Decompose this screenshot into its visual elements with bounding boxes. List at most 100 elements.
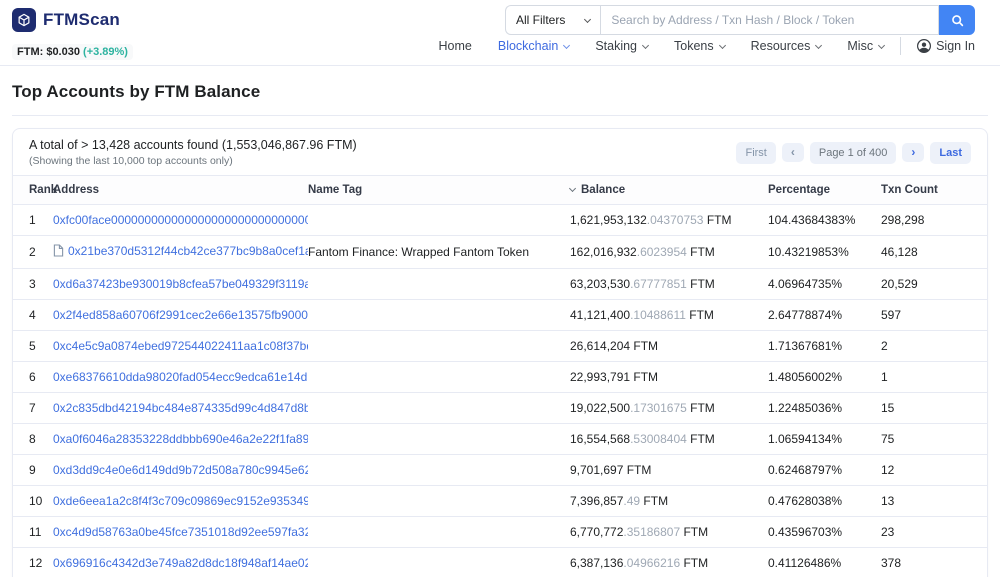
rank-cell: 12 <box>13 548 53 577</box>
percentage-cell: 0.41126486% <box>768 548 881 577</box>
address-link[interactable]: 0xe68376610dda98020fad054ecc9edca61e14d1… <box>53 370 308 384</box>
rank-cell: 8 <box>13 424 53 455</box>
search-bar: All Filters <box>505 5 975 35</box>
balance-cell: 19,022,500.17301675 FTM <box>570 393 768 424</box>
chevron-right-icon: › <box>911 148 915 157</box>
percentage-cell: 0.47628038% <box>768 486 881 517</box>
address-link[interactable]: 0xd6a37423be930019b8cfea57be049329f3119a… <box>53 277 308 291</box>
ftmscan-logo[interactable]: FTMScan <box>12 8 120 32</box>
address-link[interactable]: 0x696916c4342d3e749a82d8dc18f948af14ae02… <box>53 556 308 570</box>
address-link[interactable]: 0xd3dd9c4e0e6d149dd9b72d508a780c9945e629… <box>53 463 308 477</box>
rank-cell: 2 <box>13 236 53 269</box>
txn-count-cell: 298,298 <box>881 205 987 236</box>
rank-cell: 9 <box>13 455 53 486</box>
table-row: 70x2c835dbd42194bc484e874335d99c4d847d8b… <box>13 393 987 424</box>
percentage-cell: 104.43684383% <box>768 205 881 236</box>
address-link[interactable]: 0xc4e5c9a0874ebed972544022411aa1c08f37bd… <box>53 339 308 353</box>
table-row: 10xfc00face00000000000000000000000000000… <box>13 205 987 236</box>
nav-item-tokens[interactable]: Tokens <box>674 39 725 53</box>
address-cell: 0xa0f6046a28353228ddbbb690e46a2e22f1fa89… <box>53 424 308 455</box>
percentage-cell: 1.22485036% <box>768 393 881 424</box>
chevron-down-icon <box>815 41 822 48</box>
site-header: FTMScan All Filters FTM: $0.030 (+3.89%)… <box>0 0 1000 66</box>
rank-cell: 11 <box>13 517 53 548</box>
txn-count-cell: 2 <box>881 331 987 362</box>
percentage-cell: 0.62468797% <box>768 455 881 486</box>
name-tag-cell <box>308 393 570 424</box>
sign-in-button[interactable]: Sign In <box>917 39 975 53</box>
txn-count-cell: 20,529 <box>881 269 987 300</box>
chevron-left-icon: ‹ <box>791 148 795 157</box>
address-cell: 0xe68376610dda98020fad054ecc9edca61e14d1… <box>53 362 308 393</box>
page-title: Top Accounts by FTM Balance <box>12 82 988 102</box>
name-tag-cell <box>308 424 570 455</box>
address-cell: 0x2c835dbd42194bc484e874335d99c4d847d8bf… <box>53 393 308 424</box>
address-link[interactable]: 0x2c835dbd42194bc484e874335d99c4d847d8bf… <box>53 401 308 415</box>
pagination: First ‹ Page 1 of 400 › Last <box>736 142 971 164</box>
address-link[interactable]: 0xc4d9d58763a0be45fce7351018d92ee597fa32… <box>53 525 308 539</box>
percentage-cell: 4.06964735% <box>768 269 881 300</box>
txn-count-cell: 13 <box>881 486 987 517</box>
table-row: 40x2f4ed858a60706f2991cec2e66e13575fb900… <box>13 300 987 331</box>
percentage-cell: 0.43596703% <box>768 517 881 548</box>
address-link[interactable]: 0x21be370d5312f44cb42ce377bc9b8a0cef1a4c… <box>68 244 308 258</box>
main-content: Top Accounts by FTM Balance A total of >… <box>0 66 1000 577</box>
address-cell: 0x2f4ed858a60706f2991cec2e66e13575fb9000… <box>53 300 308 331</box>
sort-descending-icon <box>569 185 576 192</box>
name-tag-cell <box>308 455 570 486</box>
txn-count-cell: 597 <box>881 300 987 331</box>
address-cell: 0xfc00face000000000000000000000000000000… <box>53 205 308 236</box>
name-tag-cell <box>308 548 570 577</box>
address-link[interactable]: 0x2f4ed858a60706f2991cec2e66e13575fb9000… <box>53 308 308 322</box>
search-button[interactable] <box>939 5 975 35</box>
table-row: 120x696916c4342d3e749a82d8dc18f948af14ae… <box>13 548 987 577</box>
address-link[interactable]: 0xde6eea1a2c8f4f3c709c09869ec9152e935349… <box>53 494 308 508</box>
balance-cell: 63,203,530.67777851 FTM <box>570 269 768 300</box>
name-tag-cell <box>308 269 570 300</box>
prev-page-button[interactable]: ‹ <box>782 143 804 162</box>
accounts-card: A total of > 13,428 accounts found (1,55… <box>12 128 988 577</box>
nav-item-resources[interactable]: Resources <box>751 39 822 53</box>
page-indicator: Page 1 of 400 <box>810 142 897 164</box>
name-tag-cell <box>308 300 570 331</box>
last-page-button[interactable]: Last <box>930 142 971 164</box>
chevron-down-icon <box>584 15 591 22</box>
nav-item-misc[interactable]: Misc <box>847 39 884 53</box>
search-filter-dropdown[interactable]: All Filters <box>505 5 600 35</box>
txn-count-cell: 46,128 <box>881 236 987 269</box>
name-tag-cell <box>308 362 570 393</box>
contract-icon <box>53 244 64 260</box>
ftm-price-change: (+3.89%) <box>83 46 128 58</box>
percentage-cell: 10.43219853% <box>768 236 881 269</box>
balance-cell: 6,770,772.35186807 FTM <box>570 517 768 548</box>
rank-cell: 7 <box>13 393 53 424</box>
txn-count-cell: 23 <box>881 517 987 548</box>
sign-in-label: Sign In <box>936 39 975 53</box>
next-page-button[interactable]: › <box>902 143 924 162</box>
address-cell: 0x21be370d5312f44cb42ce377bc9b8a0cef1a4c… <box>53 236 308 269</box>
address-link[interactable]: 0xfc00face000000000000000000000000000000… <box>53 213 308 227</box>
percentage-cell: 1.48056002% <box>768 362 881 393</box>
accounts-table: Rank Address Name Tag Balance Percentage… <box>13 175 987 577</box>
nav-item-home[interactable]: Home <box>439 39 472 53</box>
search-filter-label: All Filters <box>516 13 565 27</box>
percentage-cell: 2.64778874% <box>768 300 881 331</box>
nav-item-staking[interactable]: Staking <box>595 39 648 53</box>
ftm-price[interactable]: FTM: $0.030 (+3.89%) <box>12 44 133 60</box>
balance-cell: 1,621,953,132.04370753 FTM <box>570 205 768 236</box>
accounts-summary: A total of > 13,428 accounts found (1,55… <box>29 138 357 152</box>
txn-count-header: Txn Count <box>881 176 987 205</box>
nav-item-blockchain[interactable]: Blockchain <box>498 39 569 53</box>
balance-header[interactable]: Balance <box>570 176 768 205</box>
brand-name: FTMScan <box>43 10 120 30</box>
rank-cell: 5 <box>13 331 53 362</box>
txn-count-cell: 378 <box>881 548 987 577</box>
person-circle-icon <box>917 39 931 53</box>
search-input[interactable] <box>600 5 939 35</box>
table-row: 30xd6a37423be930019b8cfea57be049329f3119… <box>13 269 987 300</box>
main-nav: Home Blockchain Staking Tokens Resources Misc <box>439 39 885 53</box>
address-link[interactable]: 0xa0f6046a28353228ddbbb690e46a2e22f1fa89… <box>53 432 308 446</box>
first-page-button[interactable]: First <box>736 142 775 164</box>
balance-cell: 41,121,400.10488611 FTM <box>570 300 768 331</box>
table-row: 110xc4d9d58763a0be45fce7351018d92ee597fa… <box>13 517 987 548</box>
